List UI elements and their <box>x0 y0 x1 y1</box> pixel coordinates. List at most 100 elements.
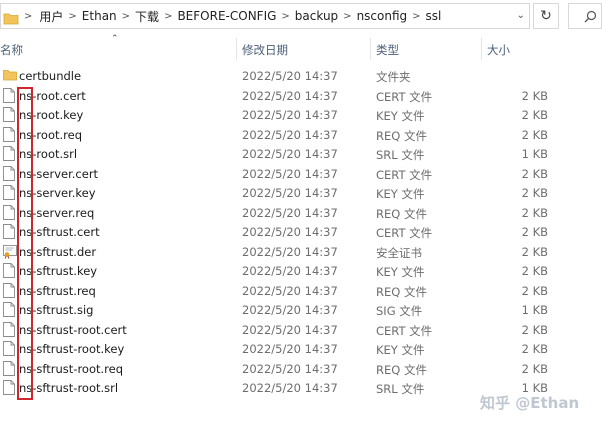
column-divider[interactable] <box>370 38 371 60</box>
file-date: 2022/5/20 14:37 <box>242 69 338 83</box>
file-size: 2 KB <box>521 342 548 356</box>
file-row[interactable]: ns-root.key 2022/5/20 14:37 KEY 文件 2 KB <box>0 105 602 125</box>
file-icon <box>3 126 15 142</box>
file-type: CERT 文件 <box>376 89 433 104</box>
file-icon <box>3 321 15 337</box>
chevron-right-icon[interactable]: > <box>164 11 172 22</box>
file-row[interactable]: ns-server.req 2022/5/20 14:37 REQ 文件 2 KB <box>0 203 602 223</box>
file-icon <box>3 204 15 220</box>
file-row[interactable]: ns-sftrust.cert 2022/5/20 14:37 CERT 文件 2 K… <box>0 222 602 242</box>
file-icon <box>3 87 15 103</box>
file-row[interactable]: ns-sftrust.key 2022/5/20 14:37 KEY 文件 2 KB <box>0 261 602 281</box>
file-date: 2022/5/20 14:37 <box>242 361 338 376</box>
file-size: 2 KB <box>521 322 548 337</box>
file-icon <box>3 263 15 278</box>
file-date: 2022/5/20 14:37 <box>242 244 338 259</box>
column-header-row: ⌃ 名称 修改日期 类型 大小 <box>0 34 602 62</box>
breadcrumb-item[interactable]: BEFORE-CONFIG <box>177 9 276 23</box>
file-icon <box>3 165 15 181</box>
file-date: 2022/5/20 14:37 <box>242 283 338 298</box>
file-row[interactable]: ns-sftrust-root.key 2022/5/20 14:37 KEY 文件… <box>0 339 602 359</box>
file-type: KEY 文件 <box>376 109 425 123</box>
file-row[interactable]: ns-sftrust-root.cert 2022/5/20 14:37 CERT … <box>0 320 602 340</box>
breadcrumb-item[interactable]: ssl <box>426 9 442 23</box>
column-header-size[interactable]: 大小 <box>487 42 510 58</box>
breadcrumb-item[interactable]: nsconfig <box>357 9 408 23</box>
file-row[interactable]: ns-sftrust-root.req 2022/5/20 14:37 REQ 文件… <box>0 359 602 379</box>
file-row[interactable]: certbundle 2022/5/20 14:37 文件夹 <box>0 66 602 86</box>
file-date: 2022/5/20 14:37 <box>242 303 338 317</box>
chevron-right-icon[interactable]: > <box>343 11 351 22</box>
file-icon <box>3 282 15 298</box>
chevron-right-icon[interactable]: > <box>68 11 76 22</box>
file-row[interactable]: ns-root.cert 2022/5/20 14:37 CERT 文件 2 KB <box>0 86 602 106</box>
file-type: KEY 文件 <box>376 187 425 201</box>
file-size: 1 KB <box>521 147 548 161</box>
file-row[interactable]: ns-root.srl 2022/5/20 14:37 SRL 文件 1 KB <box>0 144 602 164</box>
file-type: CERT 文件 <box>376 226 433 240</box>
chevron-right-icon[interactable]: > <box>281 11 289 22</box>
file-type: SIG 文件 <box>376 304 423 318</box>
search-input[interactable] <box>568 3 602 29</box>
chevron-right-icon[interactable]: > <box>24 11 32 22</box>
file-size: 2 KB <box>521 88 548 103</box>
chevron-down-icon[interactable]: ⌄ <box>517 10 525 21</box>
file-row[interactable]: ns-server.key 2022/5/20 14:37 KEY 文件 2 KB <box>0 183 602 203</box>
breadcrumb-item[interactable]: backup <box>295 9 338 23</box>
file-size: 2 KB <box>521 361 548 376</box>
sort-ascending-icon: ⌃ <box>111 34 119 44</box>
address-box[interactable]: > 用户 > Ethan > 下载 > BEFORE-CONFIG > backup > nscon… <box>0 3 530 29</box>
column-header-name[interactable]: 名称 <box>0 42 23 58</box>
file-type: SRL 文件 <box>376 382 425 396</box>
breadcrumb: 用户 > Ethan > 下载 > BEFORE-CONFIG > backup > nsconfi… <box>39 8 441 25</box>
file-type: CERT 文件 <box>376 167 433 182</box>
file-date: 2022/5/20 14:37 <box>242 186 338 200</box>
breadcrumb-item[interactable]: 用户 <box>39 8 63 25</box>
file-name: certbundle <box>19 69 82 83</box>
folder-icon <box>3 10 19 24</box>
file-size: 2 KB <box>521 166 548 181</box>
certificate-icon <box>3 244 17 259</box>
file-size: 1 KB <box>521 303 548 317</box>
file-row[interactable]: ns-sftrust.der 2022/5/20 14:37 安全证书 2 KB <box>0 242 602 262</box>
file-size: 2 KB <box>521 186 548 200</box>
file-type: REQ 文件 <box>376 284 427 299</box>
file-date: 2022/5/20 14:37 <box>242 147 338 161</box>
chevron-right-icon[interactable]: > <box>412 11 420 22</box>
file-type: KEY 文件 <box>376 265 425 279</box>
refresh-icon: ↻ <box>540 8 552 24</box>
file-icon <box>3 146 15 161</box>
column-divider[interactable] <box>236 38 237 60</box>
file-size: 2 KB <box>521 205 548 220</box>
folder-icon <box>3 68 17 83</box>
file-row[interactable]: ns-server.cert 2022/5/20 14:37 CERT 文件 2 KB <box>0 164 602 184</box>
address-bar: > 用户 > Ethan > 下载 > BEFORE-CONFIG > backup > nscon… <box>0 0 602 34</box>
file-size: 2 KB <box>521 127 548 142</box>
file-name: ns-sftrust-root.key <box>19 342 125 356</box>
file-name: ns-sftrust-root.req <box>19 361 124 376</box>
chevron-right-icon[interactable]: > <box>122 11 130 22</box>
column-header-type[interactable]: 类型 <box>376 42 399 58</box>
file-date: 2022/5/20 14:37 <box>242 225 338 239</box>
file-date: 2022/5/20 14:37 <box>242 88 338 103</box>
file-icon <box>3 341 15 356</box>
search-icon <box>584 10 597 22</box>
file-name: ns-sftrust-root.cert <box>19 322 127 337</box>
file-name: ns-sftrust-root.srl <box>19 381 119 395</box>
file-row[interactable]: ns-sftrust.sig 2022/5/20 14:37 SIG 文件 1 KB <box>0 300 602 320</box>
file-size: 2 KB <box>521 244 548 259</box>
breadcrumb-item[interactable]: Ethan <box>82 9 117 23</box>
file-icon <box>3 302 15 317</box>
refresh-button[interactable]: ↻ <box>533 3 559 29</box>
column-header-date[interactable]: 修改日期 <box>242 42 288 58</box>
file-type: 文件夹 <box>376 70 411 84</box>
file-date: 2022/5/20 14:37 <box>242 108 338 122</box>
file-icon <box>3 107 15 122</box>
file-type: 安全证书 <box>376 245 422 260</box>
file-row[interactable]: ns-sftrust.req 2022/5/20 14:37 REQ 文件 2 KB <box>0 281 602 301</box>
file-size: 2 KB <box>521 225 548 239</box>
file-row[interactable]: ns-root.req 2022/5/20 14:37 REQ 文件 2 KB <box>0 125 602 145</box>
breadcrumb-item[interactable]: 下载 <box>135 8 159 25</box>
file-icon <box>3 360 15 376</box>
column-divider[interactable] <box>481 38 482 60</box>
